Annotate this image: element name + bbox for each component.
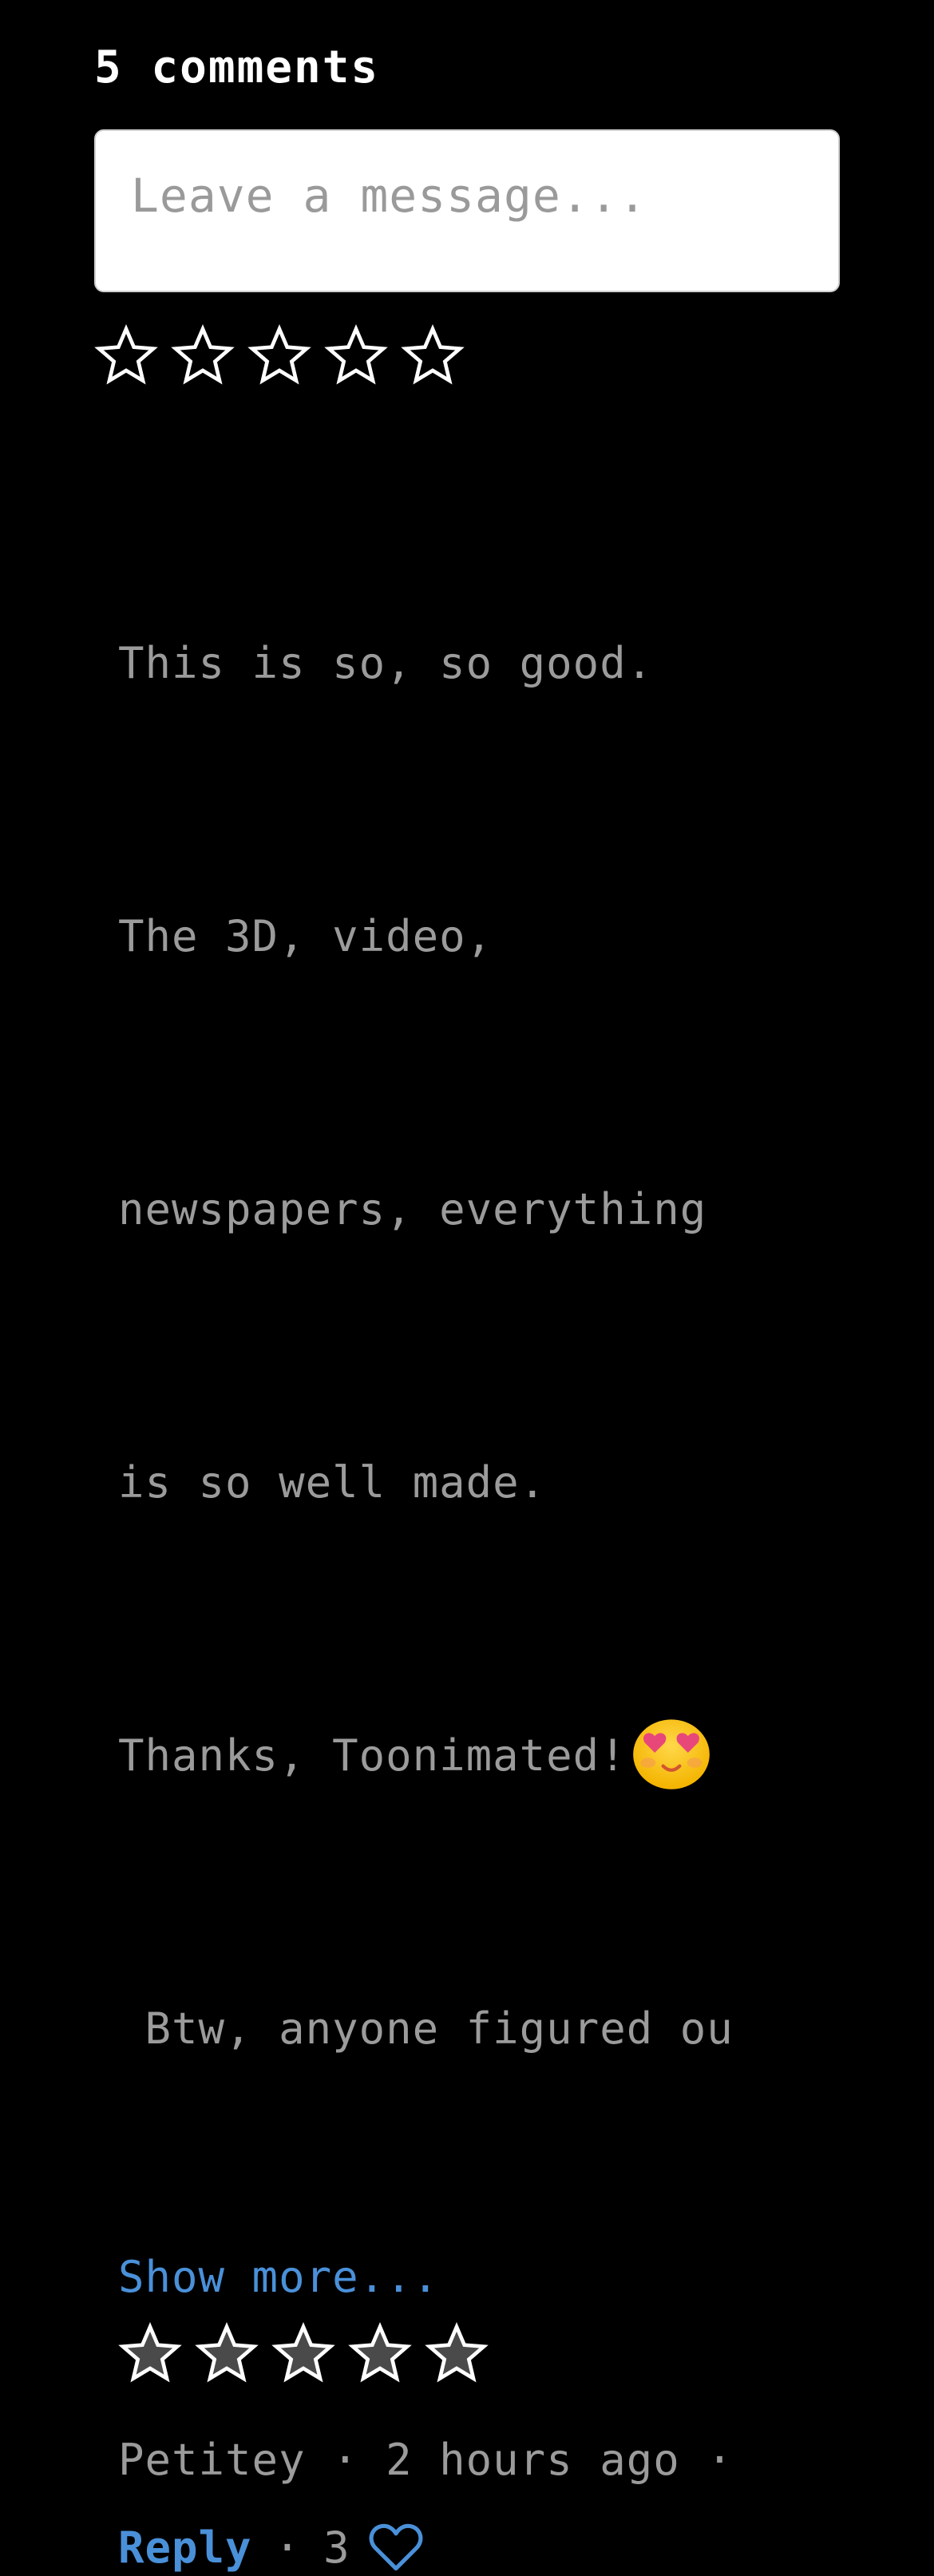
comment-actions: Reply · 3 (118, 2520, 840, 2576)
star-filled-icon (348, 2322, 412, 2383)
like-count: 3 (323, 2522, 350, 2573)
comment-line: The 3D, video, (118, 911, 493, 961)
heart-icon[interactable] (368, 2522, 424, 2574)
comment-count: 5 comments (94, 42, 380, 93)
meta-separator: · (706, 2435, 734, 2485)
comment-line: Btw, anyone figured ou (118, 2003, 734, 2054)
comment-line: is so well made. (118, 1457, 547, 1508)
star-outline-icon[interactable] (324, 324, 388, 388)
comment-line: newspapers, everything (118, 1184, 707, 1234)
comment-line: This is so, so good. (118, 638, 654, 688)
comment-rating (118, 2322, 840, 2386)
comments-section: 5 comments Leave a message... This is so… (94, 40, 840, 2576)
comment-time: 2 hours ago (386, 2435, 680, 2485)
comment-author: Petitey (118, 2435, 306, 2485)
star-outline-icon[interactable] (401, 324, 465, 388)
comment-text: This is so, so good. The 3D, video, news… (118, 436, 840, 2257)
comment-line: Thanks, Toonimated! (118, 1730, 627, 1781)
comment-meta: Petitey · 2 hours ago · (118, 2432, 840, 2488)
star-filled-icon (118, 2322, 182, 2383)
message-placeholder: Leave a message... (131, 168, 647, 223)
message-input[interactable]: Leave a message... (94, 129, 840, 292)
star-filled-icon (195, 2322, 259, 2383)
comment-line-with-emoji: Thanks, Toonimated! (118, 1710, 840, 1801)
action-separator: · (274, 2522, 302, 2573)
rating-input[interactable] (94, 324, 840, 388)
star-outline-icon[interactable] (247, 324, 311, 388)
meta-separator: · (332, 2435, 359, 2485)
comment-item: This is so, so good. The 3D, video, news… (118, 458, 840, 2576)
star-filled-icon (425, 2322, 489, 2383)
heart-eyes-emoji-icon (632, 1719, 710, 1789)
reply-button[interactable]: Reply (118, 2520, 252, 2576)
star-outline-icon[interactable] (171, 324, 235, 388)
star-filled-icon (271, 2322, 335, 2383)
star-outline-icon[interactable] (94, 324, 158, 388)
